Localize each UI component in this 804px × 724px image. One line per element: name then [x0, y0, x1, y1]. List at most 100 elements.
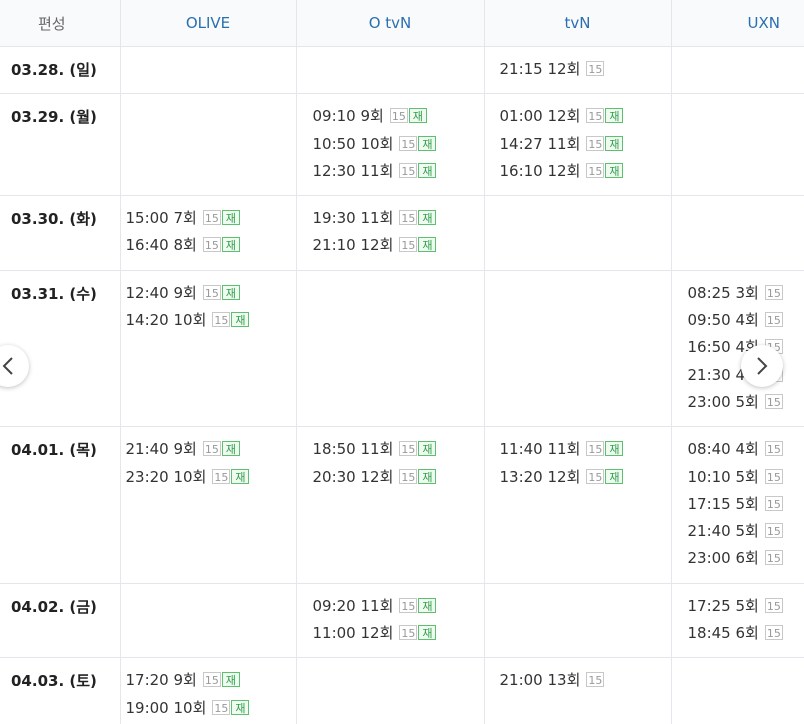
- episode-entry[interactable]: 15:00 7회 15 재: [126, 208, 296, 235]
- episode-time: 12:40: [125, 283, 169, 302]
- episode-entry[interactable]: 16:40 8회 15 재: [126, 235, 296, 262]
- episode-entry[interactable]: 19:30 11회 15 재: [313, 208, 484, 235]
- rerun-badge: 재: [605, 135, 624, 151]
- episode-time: 13:20: [499, 467, 543, 486]
- rerun-badge: 재: [221, 441, 240, 457]
- rerun-badge: 재: [231, 312, 250, 328]
- episode-entry[interactable]: 10:10 5회 15: [688, 467, 804, 494]
- episode-time: 21:15: [499, 60, 543, 78]
- episode-entry[interactable]: 23:00 5회 15: [688, 392, 804, 419]
- chevron-left-icon: [2, 357, 13, 375]
- episode-entry[interactable]: 19:00 10회 15 재: [126, 698, 296, 724]
- episode-entry[interactable]: 23:00 6회 15: [688, 548, 804, 575]
- rerun-badge: 재: [418, 210, 437, 226]
- episode-entry[interactable]: 10:50 10회 15 재: [313, 134, 484, 161]
- rerun-badge: 재: [418, 162, 437, 178]
- episode-entry[interactable]: 17:15 5회 15: [688, 494, 804, 521]
- episode-number: 4회: [735, 311, 759, 330]
- episode-entry[interactable]: 17:25 5회 15: [688, 596, 804, 623]
- episode-time: 17:25: [687, 596, 731, 615]
- rerun-badge: 재: [231, 699, 250, 715]
- episode-entry[interactable]: 14:20 10회 15 재: [126, 310, 296, 337]
- episode-number: 12회: [547, 467, 581, 486]
- episode-time: 21:00: [499, 671, 543, 690]
- episode-entry[interactable]: 08:40 4회 15: [688, 439, 804, 466]
- episode-time: 16:10: [499, 161, 543, 180]
- episode-entry[interactable]: 12:40 9회 15 재: [126, 283, 296, 310]
- episode-number: 10회: [173, 698, 207, 717]
- schedule-cell-uxn: [671, 195, 804, 271]
- schedule-cell-tvn: [484, 195, 672, 271]
- age-rating-badge: 15: [202, 210, 221, 226]
- episode-time: 23:20: [125, 467, 169, 486]
- episode-time: 19:30: [312, 209, 356, 228]
- episode-time: 10:50: [312, 134, 356, 153]
- date-cell: 04.01. (목): [0, 426, 121, 584]
- episode-entry[interactable]: 18:45 6회 15: [688, 623, 804, 650]
- age-rating-badge: 15: [586, 441, 605, 457]
- episode-entry[interactable]: 21:00 13회 15: [500, 670, 671, 697]
- schedule-cell-otvn: 19:30 11회 15 재 21:10 12회 15 재: [296, 195, 485, 271]
- date-cell: 03.30. (화): [0, 195, 121, 271]
- rerun-badge: 재: [408, 108, 427, 124]
- episode-entry[interactable]: 16:10 12회 15 재: [500, 161, 671, 188]
- rerun-badge: 재: [418, 468, 437, 484]
- rerun-badge: 재: [605, 162, 624, 178]
- episode-entry[interactable]: 23:20 10회 15 재: [126, 467, 296, 494]
- age-rating-badge: 15: [399, 625, 418, 641]
- next-button[interactable]: [741, 345, 783, 387]
- date-cell: 04.02. (금): [0, 583, 121, 659]
- rerun-badge: 재: [418, 625, 437, 641]
- episode-entry[interactable]: 09:50 4회 15: [688, 310, 804, 337]
- episode-number: 9회: [360, 107, 384, 126]
- episode-entry[interactable]: 17:20 9회 15 재: [126, 670, 296, 697]
- schedule-cell-uxn: [671, 93, 804, 197]
- episode-number: 5회: [735, 467, 759, 486]
- age-rating-badge: 15: [212, 312, 231, 328]
- episode-number: 9회: [173, 283, 197, 302]
- episode-entry[interactable]: 20:30 12회 15 재: [313, 467, 484, 494]
- episode-time: 18:50: [312, 440, 356, 459]
- schedule-row: 04.03. (토) 17:20 9회 15 재 19:00 10회 15 재 21:00 1…: [0, 657, 804, 724]
- episode-time: 17:20: [125, 671, 169, 690]
- header-channel-label: tvN: [564, 14, 591, 32]
- schedule-cell-uxn: 17:25 5회 15 18:45 6회 15: [671, 583, 804, 659]
- episode-entry[interactable]: 13:20 12회 15 재: [500, 467, 671, 494]
- episode-number: 10회: [173, 311, 207, 330]
- episode-entry[interactable]: 12:30 11회 15 재: [313, 161, 484, 188]
- episode-time: 21:10: [312, 236, 356, 255]
- rerun-badge: 재: [221, 210, 240, 226]
- episode-time: 18:45: [687, 624, 731, 643]
- episode-entry[interactable]: 01:00 12회 15 재: [500, 106, 671, 133]
- episode-number: 12회: [547, 60, 581, 78]
- episode-time: 11:40: [499, 440, 543, 459]
- schedule-cell-olive: [120, 93, 297, 197]
- episode-time: 12:30: [312, 161, 356, 180]
- episode-entry[interactable]: 21:40 9회 15 재: [126, 439, 296, 466]
- episode-entry[interactable]: 21:40 5회 15: [688, 521, 804, 548]
- episode-entry[interactable]: 09:20 11회 15 재: [313, 596, 484, 623]
- episode-number: 6회: [735, 624, 759, 643]
- episode-entry[interactable]: 09:10 9회 15 재: [313, 106, 484, 133]
- age-rating-badge: 15: [764, 625, 783, 641]
- age-rating-badge: 15: [764, 550, 783, 566]
- episode-time: 09:20: [312, 596, 356, 615]
- episode-time: 21:30: [687, 365, 731, 384]
- episode-number: 12회: [360, 467, 394, 486]
- episode-time: 08:40: [687, 440, 731, 459]
- header-channel-uxn: UXN: [671, 0, 804, 47]
- episode-entry[interactable]: 14:27 11회 15 재: [500, 134, 671, 161]
- age-rating-badge: 15: [764, 393, 783, 409]
- episode-entry[interactable]: 11:00 12회 15 재: [313, 623, 484, 650]
- episode-entry[interactable]: 11:40 11회 15 재: [500, 439, 671, 466]
- schedule-cell-tvn: [484, 270, 672, 428]
- episode-time: 14:27: [499, 134, 543, 153]
- episode-entry[interactable]: 08:25 3회 15: [688, 283, 804, 310]
- episode-entry[interactable]: 18:50 11회 15 재: [313, 439, 484, 466]
- episode-entry[interactable]: 21:15 12회 15: [500, 59, 671, 86]
- schedule-row: 04.02. (금) 09:20 11회 15 재 11:00 12회 15 재 17:25 …: [0, 583, 804, 659]
- age-rating-badge: 15: [202, 237, 221, 253]
- episode-time: 09:10: [312, 107, 356, 126]
- episode-entry[interactable]: 21:10 12회 15 재: [313, 235, 484, 262]
- date-cell: 03.29. (월): [0, 93, 121, 197]
